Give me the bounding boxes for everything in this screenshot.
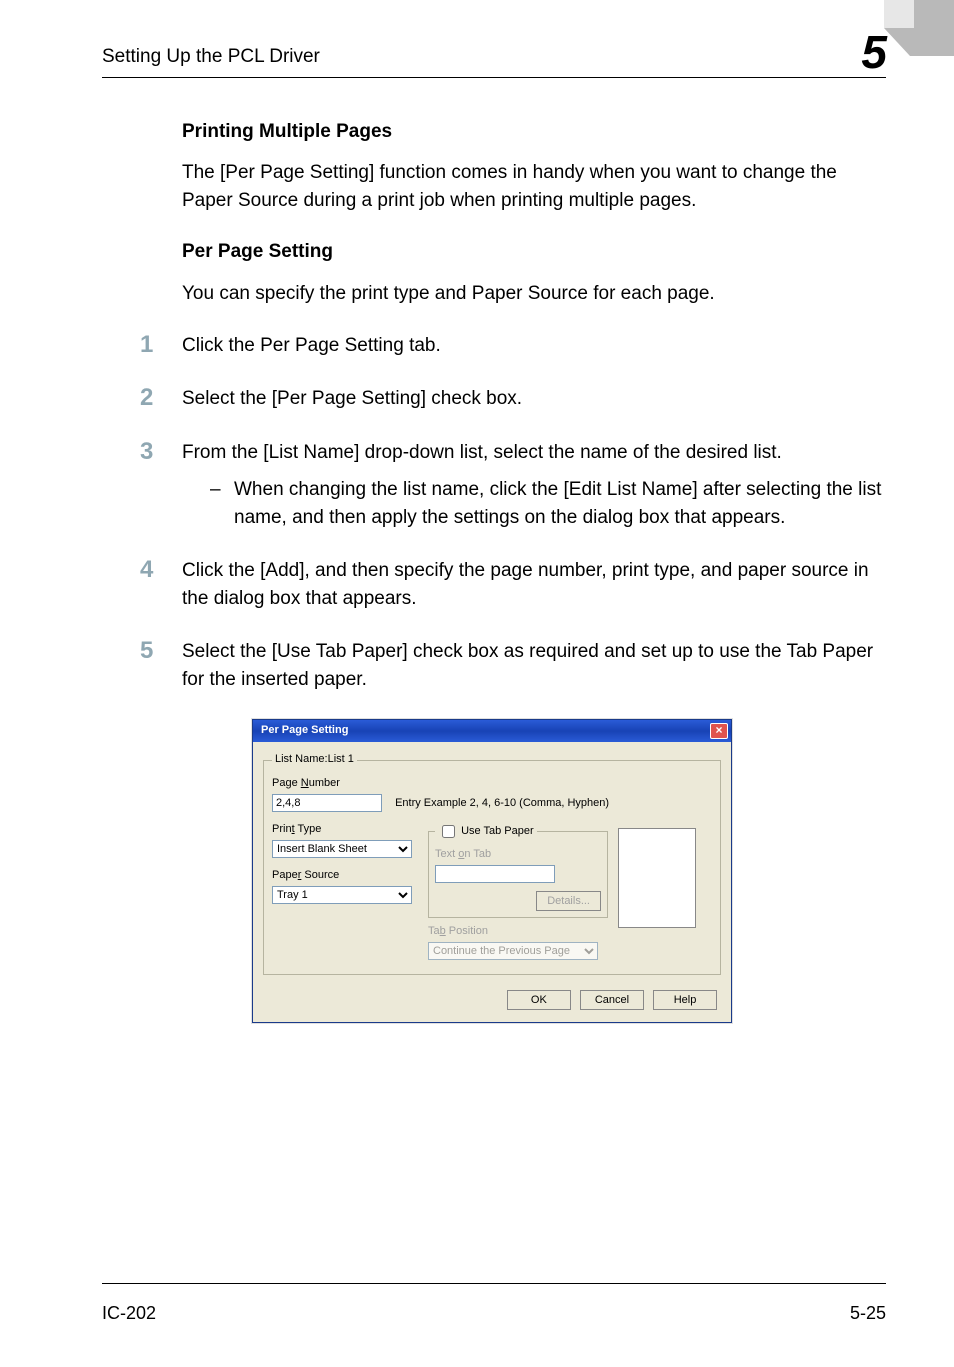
help-button[interactable]: Help	[653, 990, 717, 1010]
step-num-5: 5	[140, 634, 170, 669]
text-on-tab-label: Text on Tab	[435, 847, 601, 863]
step-1: 1 Click the Per Page Setting tab.	[182, 332, 886, 360]
dialog-title-text: Per Page Setting	[261, 723, 348, 739]
footer-model: IC-202	[102, 1300, 156, 1326]
paper-source-select[interactable]: Tray 1	[272, 886, 412, 904]
group-list-name-legend: List Name:List 1	[272, 752, 357, 768]
dialog-titlebar[interactable]: Per Page Setting ×	[253, 720, 731, 742]
entry-example-hint: Entry Example 2, 4, 6-10 (Comma, Hyphen)	[395, 796, 609, 812]
use-tab-paper-checkbox[interactable]	[442, 825, 455, 838]
paper-source-label: Paper Source	[272, 868, 422, 884]
per-page-setting-dialog: Per Page Setting × List Name:List 1 Page…	[252, 719, 732, 1023]
step-num-3: 3	[140, 435, 170, 470]
para-specify: You can specify the print type and Paper…	[182, 280, 886, 308]
chapter-number: 5	[861, 34, 886, 71]
step-text-4: Click the [Add], and then specify the pa…	[182, 557, 886, 612]
step-num-4: 4	[140, 553, 170, 588]
page-number-label: Page Number	[272, 776, 712, 792]
close-icon[interactable]: ×	[710, 723, 728, 739]
step-text-1: Click the Per Page Setting tab.	[182, 332, 886, 360]
details-button[interactable]: Details...	[536, 891, 601, 911]
tab-position-label: Tab Position	[428, 924, 608, 940]
tab-position-select[interactable]: Continue the Previous Page	[428, 942, 598, 960]
para-intro: The [Per Page Setting] function comes in…	[182, 159, 886, 214]
footer-page-number: 5-25	[850, 1300, 886, 1326]
running-head: Setting Up the PCL Driver	[102, 43, 320, 71]
step-num-1: 1	[140, 328, 170, 363]
print-type-select[interactable]: Insert Blank Sheet	[272, 840, 412, 858]
step-text-3: From the [List Name] drop-down list, sel…	[182, 439, 886, 467]
use-tab-paper-legend[interactable]: Use Tab Paper	[438, 826, 534, 838]
step-3-sub-1: When changing the list name, click the […	[210, 476, 886, 531]
print-type-label: Print Type	[272, 822, 422, 838]
step-text-5: Select the [Use Tab Paper] check box as …	[182, 638, 886, 693]
page-number-input[interactable]	[272, 794, 382, 812]
step-2: 2 Select the [Per Page Setting] check bo…	[182, 385, 886, 413]
step-text-2: Select the [Per Page Setting] check box.	[182, 385, 886, 413]
text-on-tab-input[interactable]	[435, 865, 555, 883]
heading-printing-multiple-pages: Printing Multiple Pages	[182, 118, 886, 146]
heading-per-page-setting: Per Page Setting	[182, 238, 886, 266]
step-num-2: 2	[140, 381, 170, 416]
step-5: 5 Select the [Use Tab Paper] check box a…	[182, 638, 886, 693]
step-3: 3 From the [List Name] drop-down list, s…	[182, 439, 886, 532]
ok-button[interactable]: OK	[507, 990, 571, 1010]
step-4: 4 Click the [Add], and then specify the …	[182, 557, 886, 612]
use-tab-paper-label: Use Tab Paper	[461, 825, 534, 837]
cancel-button[interactable]: Cancel	[580, 990, 644, 1010]
page-preview-thumb	[618, 828, 696, 928]
